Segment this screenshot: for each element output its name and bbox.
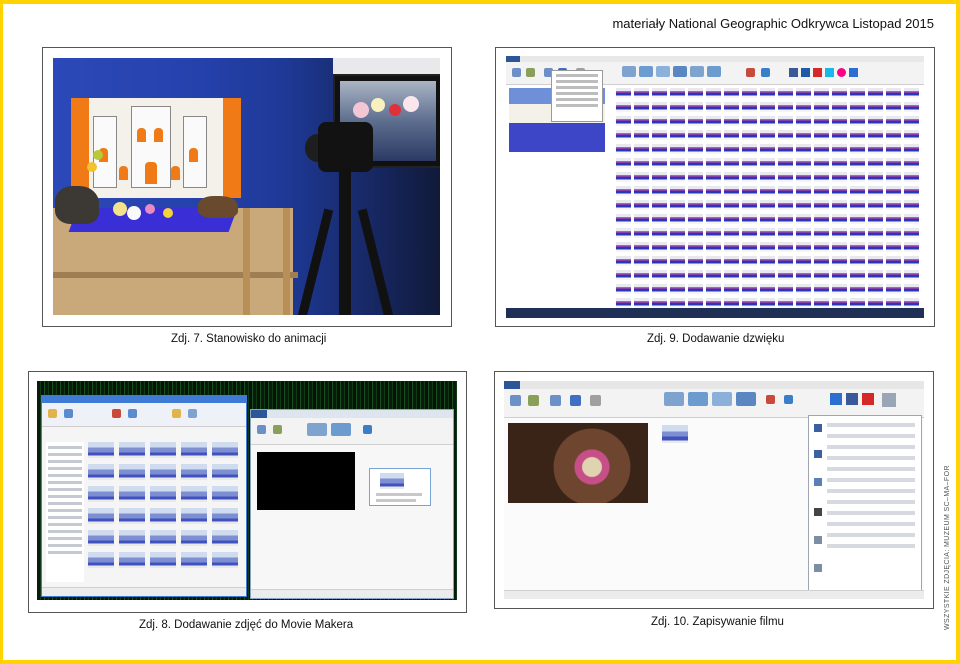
photo-8-frame (28, 371, 467, 613)
caption-photo-7: Zdj. 7. Stanowisko do animacji (171, 333, 327, 345)
caption-photo-10: Zdj. 10. Zapisywanie filmu (651, 616, 784, 628)
page-header: materiały National Geographic Odkrywca L… (612, 16, 934, 31)
storyboard-drop-area (369, 468, 431, 506)
photo-credit: WSZYSTKIE ZDJĘCIA: MUZEUM SC–MA–FOR (944, 465, 951, 630)
caption-photo-8: Zdj. 8. Dodawanie zdjęć do Movie Makera (139, 619, 354, 631)
import-photos-screenshot (37, 381, 457, 600)
movie-maker-preview (257, 452, 355, 510)
video-preview (508, 423, 648, 503)
page-border-top (0, 0, 960, 4)
explorer-window-icon (41, 395, 247, 597)
storyboard-thumbnails (616, 88, 919, 308)
movie-maker-sound-screenshot (506, 56, 924, 318)
page-border-bottom (0, 660, 960, 664)
page-border-right (956, 0, 960, 664)
save-movie-screenshot (504, 381, 924, 599)
camera-on-tripod-image (318, 122, 373, 172)
photo-7-frame (42, 47, 452, 327)
photo-thumbnails (88, 442, 238, 568)
caption-photo-9: Zdj. 9. Dodawanie dzwięku (647, 333, 785, 345)
folder-tree (46, 442, 84, 582)
photo-9-frame (495, 47, 935, 327)
animation-stand-photo (53, 58, 440, 315)
timeline-clip (662, 425, 688, 443)
movie-maker-window-icon (250, 409, 454, 599)
windows-taskbar (506, 308, 924, 318)
photo-10-frame (494, 371, 934, 609)
add-music-dropdown (551, 70, 603, 122)
page-border-left (0, 0, 3, 664)
save-movie-menu (808, 415, 922, 597)
